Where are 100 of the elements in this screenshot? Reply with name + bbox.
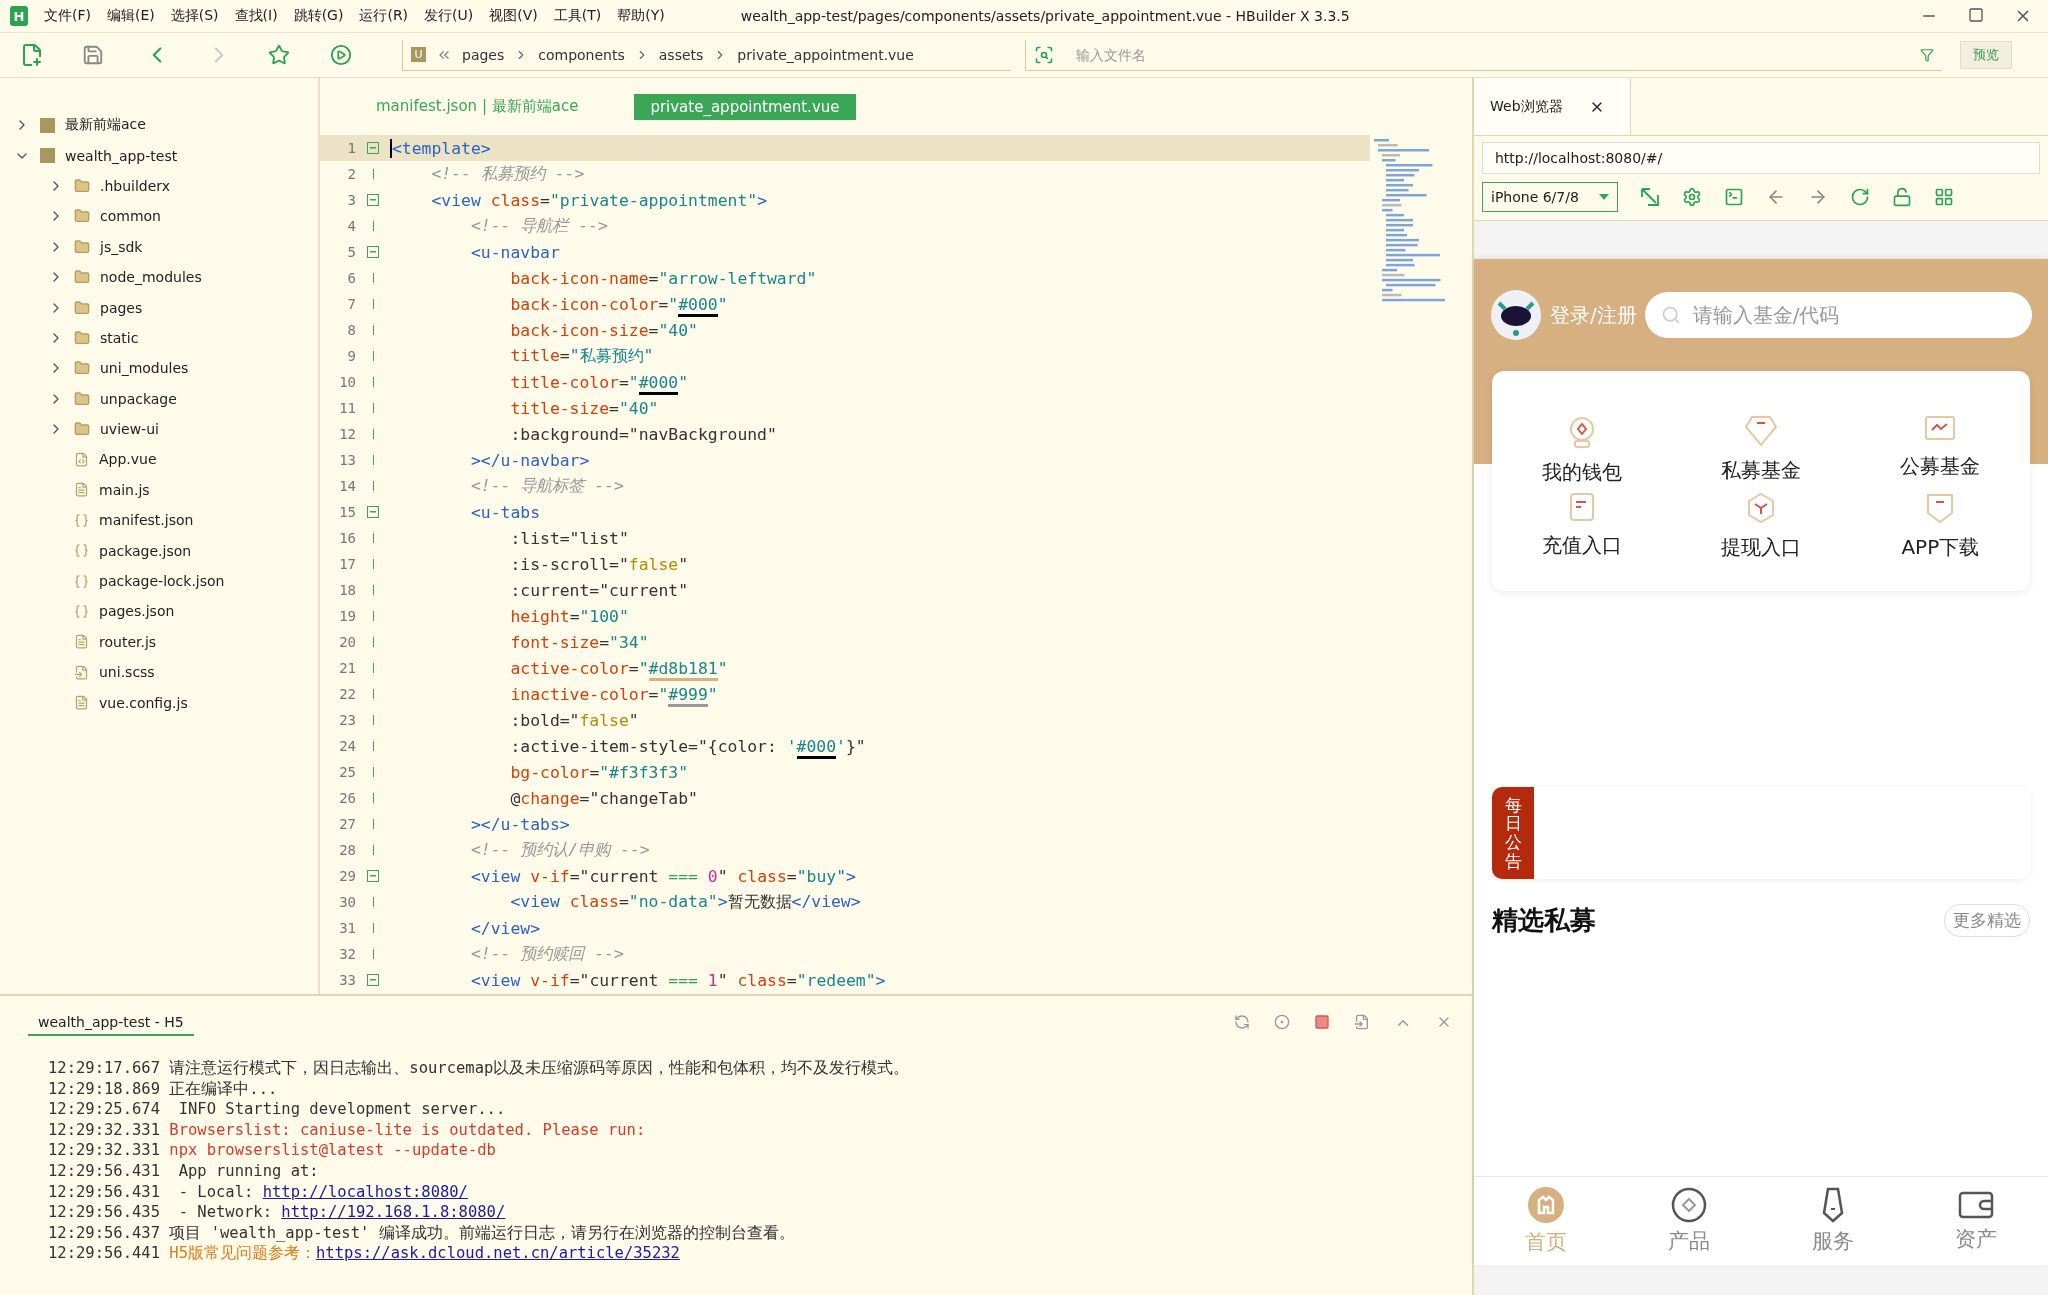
- refresh-icon[interactable]: [1850, 187, 1870, 207]
- fold-toggle-icon[interactable]: [367, 246, 379, 258]
- log-link[interactable]: http://localhost:8080/: [262, 1182, 468, 1201]
- device-select[interactable]: iPhone 6/7/8: [1482, 182, 1618, 212]
- code-line: <!-- 导航标签 -->: [469, 475, 624, 497]
- breadcrumb-item[interactable]: assets: [658, 46, 704, 63]
- tree-item[interactable]: uview-ui: [100, 421, 159, 438]
- fold-toggle-icon[interactable]: [367, 194, 379, 206]
- browser-tab[interactable]: Web浏览器: [1474, 78, 1631, 135]
- line-number: 32: [338, 946, 356, 962]
- maximize-icon[interactable]: [1968, 7, 1984, 23]
- shortcut-button[interactable]: APP下载: [1850, 492, 2030, 561]
- tree-item[interactable]: uni_modules: [100, 360, 189, 377]
- fold-toggle-icon[interactable]: [367, 142, 379, 154]
- tree-item[interactable]: js_sdk: [100, 238, 143, 255]
- line-number: 23: [338, 712, 356, 728]
- code-line: </view>: [469, 918, 541, 938]
- qr-code-icon[interactable]: [1934, 187, 1954, 207]
- log-link[interactable]: https://ask.dcloud.net.cn/article/35232: [316, 1244, 680, 1263]
- breadcrumb-item[interactable]: private_appointment.vue: [737, 46, 914, 63]
- menu-item[interactable]: 跳转(G): [293, 7, 344, 25]
- settings-icon[interactable]: [1682, 187, 1702, 207]
- tree-item[interactable]: router.js: [99, 633, 157, 650]
- menu-item[interactable]: 视图(V): [489, 7, 538, 25]
- tree-item[interactable]: node_modules: [100, 269, 202, 286]
- shortcut-button[interactable]: 提现入口: [1671, 492, 1851, 561]
- tree-item[interactable]: common: [100, 208, 161, 225]
- log-message: 正在编译中...: [169, 1079, 278, 1098]
- tree-item[interactable]: .hbuilderx: [100, 177, 171, 194]
- line-number: 25: [338, 764, 356, 780]
- tree-item[interactable]: 最新前端ace: [65, 116, 146, 135]
- resize-icon[interactable]: [1640, 187, 1660, 207]
- menu-item[interactable]: 文件(F): [44, 7, 91, 25]
- shortcut-button[interactable]: 充值入口: [1492, 492, 1672, 561]
- tree-item[interactable]: manifest.json: [99, 512, 194, 529]
- tree-item[interactable]: uni.scss: [99, 664, 155, 681]
- star-icon[interactable]: [268, 44, 290, 66]
- robot-avatar-icon[interactable]: [1490, 289, 1542, 341]
- restart-icon[interactable]: [1234, 1014, 1250, 1030]
- unlock-icon[interactable]: [1892, 187, 1912, 207]
- log-message: 请注意运行模式下，因日志输出、sourcemap以及未压缩源码等原因，性能和包体积，均不及发行模式。: [169, 1059, 910, 1077]
- tree-item[interactable]: package.json: [99, 542, 192, 559]
- console-tab[interactable]: wealth_app-test - H5: [28, 1010, 194, 1036]
- line-number: 3: [346, 192, 356, 208]
- code-line: <u-tabs: [469, 502, 541, 522]
- fold-toggle-icon[interactable]: [367, 506, 379, 518]
- tree-item[interactable]: wealth_app-test: [65, 147, 178, 164]
- fold-toggle-icon[interactable]: [367, 974, 379, 986]
- save-icon[interactable]: [82, 44, 104, 66]
- log-timestamp: 12:29:32.331: [48, 1120, 160, 1139]
- tree-item[interactable]: App.vue: [99, 451, 157, 468]
- shortcut-button[interactable]: 公募基金: [1850, 415, 2030, 486]
- line-number: 5: [346, 244, 356, 260]
- debug-icon[interactable]: [1274, 1014, 1290, 1030]
- code-line: font-size="34": [509, 632, 649, 652]
- style-file-icon: [74, 664, 89, 680]
- menu-item[interactable]: 选择(S): [170, 7, 219, 25]
- tree-item[interactable]: vue.config.js: [99, 694, 188, 711]
- project-icon: [40, 148, 55, 164]
- menu-item[interactable]: 查找(I): [234, 7, 278, 25]
- log-link[interactable]: http://192.168.1.8:8080/: [281, 1203, 506, 1222]
- menu-item[interactable]: 工具(T): [553, 7, 602, 25]
- tree-item[interactable]: pages.json: [99, 603, 175, 620]
- tab-bar-item[interactable]: 资产: [1904, 1177, 2048, 1265]
- shortcut-button[interactable]: 私募基金: [1671, 415, 1851, 486]
- code-line: :bold="false": [509, 710, 639, 730]
- new-file-icon[interactable]: [20, 43, 44, 67]
- document-icon: [1568, 492, 1595, 522]
- shortcut-button[interactable]: 我的钱包: [1492, 415, 1672, 486]
- menu-item[interactable]: 帮助(Y): [617, 7, 665, 25]
- breadcrumb-item[interactable]: components: [538, 46, 625, 63]
- menu-item[interactable]: 编辑(E): [107, 7, 155, 25]
- line-number: 30: [338, 894, 356, 910]
- menu-item[interactable]: 发行(U): [424, 7, 474, 25]
- search-box[interactable]: 请输入基金/代码: [1644, 292, 2032, 338]
- terminal-icon[interactable]: [1724, 187, 1744, 207]
- file-search-field[interactable]: 输入文件名: [1074, 45, 1920, 64]
- tree-item[interactable]: pages: [100, 299, 143, 316]
- stop-icon[interactable]: [1314, 1014, 1330, 1030]
- log-timestamp: 12:29:17.667: [48, 1059, 160, 1077]
- export-icon[interactable]: [1354, 1014, 1370, 1030]
- menu-item[interactable]: 运行(R): [359, 7, 409, 25]
- log-timestamp: 12:29:56.437: [48, 1223, 160, 1242]
- code-line: :list="list": [509, 528, 629, 548]
- tree-item[interactable]: package-lock.json: [99, 573, 225, 590]
- more-button[interactable]: 更多精选: [1944, 904, 2030, 937]
- fold-toggle-icon[interactable]: [367, 870, 379, 882]
- breadcrumb-item[interactable]: pages: [462, 46, 505, 63]
- code-line: back-icon-color="#000": [390, 294, 728, 314]
- filter-icon[interactable]: [1920, 47, 1934, 62]
- line-number: 19: [338, 608, 356, 624]
- diamond-icon: [1744, 415, 1778, 447]
- tree-item[interactable]: static: [100, 329, 139, 346]
- run-icon[interactable]: [330, 44, 352, 66]
- url-field[interactable]: http://localhost:8080/#/: [1482, 142, 2040, 174]
- log-timestamp: 12:29:56.431: [48, 1182, 160, 1201]
- line-number: 10: [338, 374, 356, 390]
- tree-item[interactable]: unpackage: [100, 390, 177, 407]
- manifest-file-icon: [74, 512, 89, 528]
- tree-item[interactable]: main.js: [99, 481, 150, 498]
